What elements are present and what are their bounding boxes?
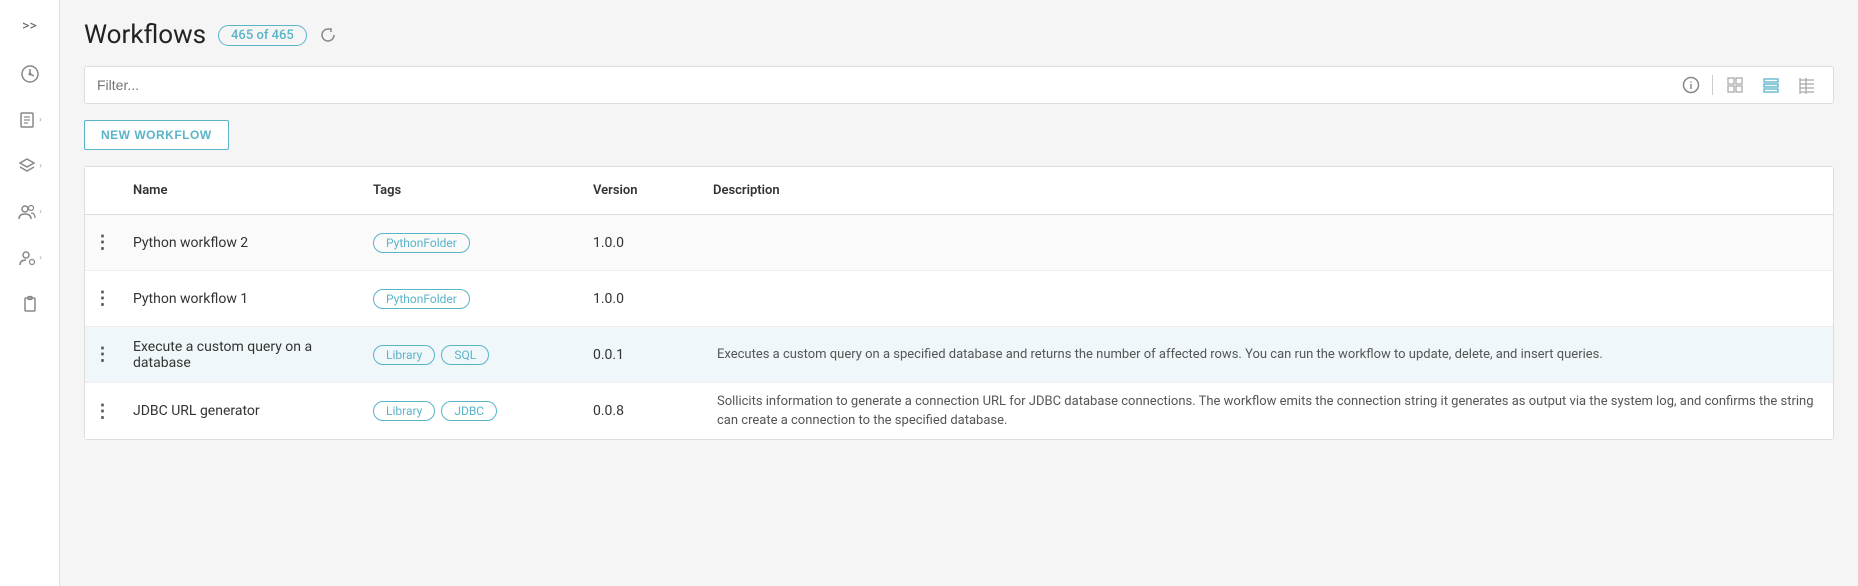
row-menu-button[interactable]: ⋮ bbox=[85, 393, 121, 430]
users-chevron: › bbox=[39, 207, 42, 217]
row-name: Execute a custom query on a database bbox=[121, 331, 361, 379]
sidebar: >> › bbox=[0, 0, 60, 586]
col-header-menu bbox=[85, 177, 121, 204]
layers-chevron: › bbox=[39, 161, 42, 171]
row-tags: PythonFolder bbox=[361, 281, 581, 317]
refresh-button[interactable] bbox=[319, 26, 337, 44]
table-row: ⋮ Execute a custom query on a database L… bbox=[85, 327, 1833, 383]
collapse-icon: >> bbox=[22, 18, 37, 34]
row-menu-button[interactable]: ⋮ bbox=[85, 336, 121, 373]
view-grid-button[interactable] bbox=[1721, 73, 1749, 97]
tag-badge[interactable]: Library bbox=[373, 401, 435, 421]
list-view-icon bbox=[1761, 75, 1781, 95]
table-row: ⋮ Python workflow 2 PythonFolder 1.0.0 bbox=[85, 215, 1833, 271]
layers-icon bbox=[17, 156, 37, 176]
row-name: Python workflow 1 bbox=[121, 283, 361, 315]
row-version: 1.0.0 bbox=[581, 283, 701, 315]
row-description: Sollicits information to generate a conn… bbox=[701, 384, 1833, 439]
sidebar-item-person-settings[interactable]: › bbox=[0, 238, 59, 278]
sidebar-item-library[interactable]: › bbox=[0, 100, 59, 140]
col-header-description: Description bbox=[701, 177, 1833, 204]
row-menu-button[interactable]: ⋮ bbox=[85, 280, 121, 317]
table-row: ⋮ JDBC URL generator Library JDBC 0.0.8 … bbox=[85, 383, 1833, 439]
row-name: JDBC URL generator bbox=[121, 395, 361, 427]
toolbar-divider bbox=[1712, 75, 1713, 95]
tag-badge[interactable]: PythonFolder bbox=[373, 289, 470, 309]
row-version: 0.0.1 bbox=[581, 339, 701, 371]
view-list-button[interactable] bbox=[1757, 73, 1785, 97]
table-header: Name Tags Version Description bbox=[85, 167, 1833, 215]
row-tags: PythonFolder bbox=[361, 225, 581, 261]
row-tags: Library SQL bbox=[361, 337, 581, 373]
row-menu-button[interactable]: ⋮ bbox=[85, 224, 121, 261]
table-row: ⋮ Python workflow 1 PythonFolder 1.0.0 bbox=[85, 271, 1833, 327]
book-icon bbox=[17, 110, 37, 130]
person-settings-chevron: › bbox=[39, 253, 42, 263]
col-header-name: Name bbox=[121, 177, 361, 204]
library-chevron: › bbox=[39, 115, 42, 125]
row-description bbox=[701, 291, 1833, 307]
grid-view-icon bbox=[1725, 75, 1745, 95]
view-detail-button[interactable] bbox=[1793, 73, 1821, 97]
users-icon bbox=[17, 202, 37, 222]
col-header-tags: Tags bbox=[361, 177, 581, 204]
new-workflow-button[interactable]: NEW WORKFLOW bbox=[84, 120, 229, 150]
tag-badge[interactable]: PythonFolder bbox=[373, 233, 470, 253]
person-settings-icon bbox=[17, 248, 37, 268]
sidebar-item-layers[interactable]: › bbox=[0, 146, 59, 186]
row-description bbox=[701, 235, 1833, 251]
page-title: Workflows bbox=[84, 20, 206, 50]
clipboard-icon bbox=[20, 294, 40, 314]
sidebar-collapse-button[interactable]: >> bbox=[10, 10, 50, 42]
sidebar-item-dashboard[interactable] bbox=[0, 54, 59, 94]
row-version: 1.0.0 bbox=[581, 227, 701, 259]
row-description: Executes a custom query on a specified d… bbox=[701, 337, 1833, 373]
filter-bar bbox=[84, 66, 1834, 104]
page-header: Workflows 465 of 465 bbox=[84, 20, 1834, 50]
row-tags: Library JDBC bbox=[361, 393, 581, 429]
sidebar-item-clipboard[interactable] bbox=[0, 284, 59, 324]
row-name: Python workflow 2 bbox=[121, 227, 361, 259]
col-header-version: Version bbox=[581, 177, 701, 204]
dashboard-icon bbox=[20, 64, 40, 84]
filter-input[interactable] bbox=[97, 77, 1670, 93]
refresh-icon bbox=[319, 26, 337, 44]
sidebar-item-users[interactable]: › bbox=[0, 192, 59, 232]
tag-badge[interactable]: JDBC bbox=[441, 401, 497, 421]
tag-badge[interactable]: Library bbox=[373, 345, 435, 365]
tag-badge[interactable]: SQL bbox=[441, 345, 489, 365]
main-content: Workflows 465 of 465 bbox=[60, 0, 1858, 586]
info-icon bbox=[1682, 76, 1700, 94]
filter-actions bbox=[1678, 73, 1821, 97]
count-badge: 465 of 465 bbox=[218, 25, 307, 46]
workflows-table: Name Tags Version Description ⋮ Python w… bbox=[84, 166, 1834, 440]
row-version: 0.0.8 bbox=[581, 395, 701, 427]
info-button[interactable] bbox=[1678, 74, 1704, 96]
detail-view-icon bbox=[1797, 75, 1817, 95]
